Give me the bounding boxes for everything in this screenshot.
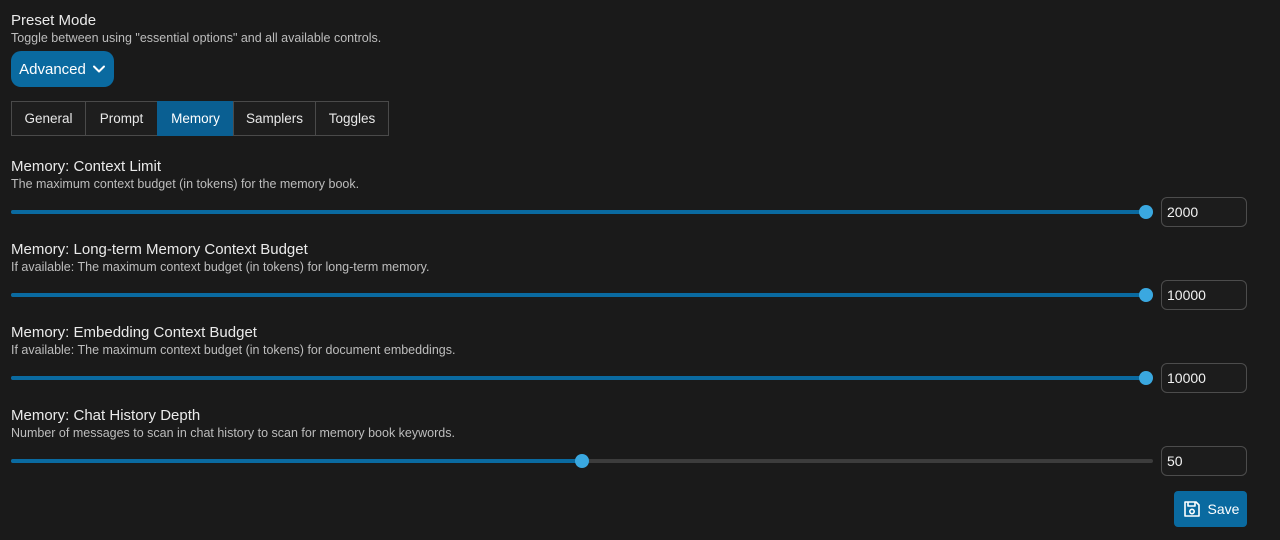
tab-samplers[interactable]: Samplers — [233, 101, 316, 136]
settings-panel: Preset Mode Toggle between using "essent… — [0, 0, 1280, 540]
save-label: Save — [1207, 501, 1240, 517]
setting-description: If available: The maximum context budget… — [11, 260, 430, 274]
context-limit-input[interactable] — [1161, 197, 1247, 227]
slider-thumb[interactable] — [1139, 288, 1153, 302]
setting-description: If available: The maximum context budget… — [11, 343, 456, 357]
chat-history-depth-input[interactable] — [1161, 446, 1247, 476]
chat-history-depth-slider[interactable] — [11, 454, 1153, 468]
embedding-budget-slider[interactable] — [11, 371, 1153, 385]
preset-mode-description: Toggle between using "essential options"… — [11, 31, 382, 45]
tab-toggles[interactable]: Toggles — [315, 101, 389, 136]
setting-title: Memory: Long-term Memory Context Budget — [11, 241, 308, 258]
chevron-down-icon — [92, 62, 106, 76]
settings-tabs: General Prompt Memory Samplers Toggles — [11, 101, 389, 136]
tab-memory[interactable]: Memory — [157, 101, 234, 136]
slider-thumb[interactable] — [1139, 205, 1153, 219]
preset-mode-title: Preset Mode — [11, 12, 97, 29]
slider-fill — [11, 376, 1153, 380]
setting-description: Number of messages to scan in chat histo… — [11, 426, 455, 440]
save-button[interactable]: Save — [1174, 491, 1247, 527]
embedding-budget-input[interactable] — [1161, 363, 1247, 393]
tab-prompt[interactable]: Prompt — [85, 101, 158, 136]
long-term-memory-budget-slider[interactable] — [11, 288, 1153, 302]
long-term-memory-budget-input[interactable] — [1161, 280, 1247, 310]
context-limit-slider[interactable] — [11, 205, 1153, 219]
slider-fill — [11, 293, 1153, 297]
tab-general[interactable]: General — [11, 101, 86, 136]
slider-thumb[interactable] — [1139, 371, 1153, 385]
setting-title: Memory: Context Limit — [11, 158, 162, 175]
preset-mode-value: Advanced — [19, 60, 86, 78]
setting-title: Memory: Chat History Depth — [11, 407, 201, 424]
slider-fill — [11, 210, 1153, 214]
slider-thumb[interactable] — [575, 454, 589, 468]
setting-description: The maximum context budget (in tokens) f… — [11, 177, 360, 191]
preset-mode-dropdown[interactable]: Advanced — [11, 51, 114, 87]
floppy-disk-icon — [1182, 499, 1202, 519]
setting-title: Memory: Embedding Context Budget — [11, 324, 257, 341]
slider-fill — [11, 459, 582, 463]
